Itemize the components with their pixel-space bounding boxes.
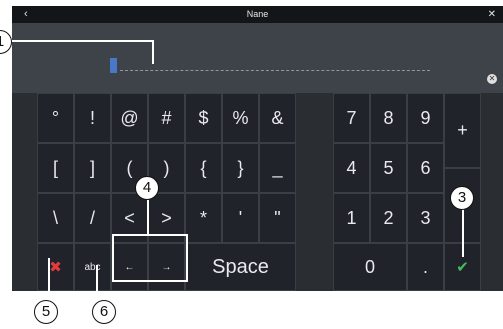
cancel-button[interactable]: ✖ (37, 243, 74, 291)
callout-3-line (462, 207, 464, 257)
back-icon[interactable]: ‹ (24, 6, 28, 23)
key-2[interactable]: 2 (370, 193, 407, 243)
key-percent[interactable]: % (222, 93, 259, 143)
callout-1-line (12, 40, 154, 42)
key-7[interactable]: 7 (333, 93, 370, 143)
key-hash[interactable]: # (148, 93, 185, 143)
key-left-bracket[interactable]: [ (37, 143, 74, 193)
keyboard: ° ! @ # $ % & [ ] ( ) { } _ \ / < > * ' … (12, 93, 503, 291)
callout-4: 4 (135, 176, 159, 200)
text-input-field[interactable]: ✕ (12, 23, 503, 93)
key-right-brace[interactable]: } (222, 143, 259, 193)
key-apostrophe[interactable]: ' (222, 193, 259, 243)
key-8[interactable]: 8 (370, 93, 407, 143)
callout-6-line (96, 265, 98, 300)
input-placeholder-dashes (120, 70, 430, 71)
key-slash[interactable]: / (74, 193, 111, 243)
title-bar: ‹ Nane ✕ (12, 6, 503, 23)
keyboard-screen: ‹ Nane ✕ ✕ ° ! @ # $ % & [ ] ( ) { } _ \… (12, 6, 503, 291)
key-dollar[interactable]: $ (185, 93, 222, 143)
window-title: Nane (246, 9, 269, 19)
key-at[interactable]: @ (111, 93, 148, 143)
key-dot[interactable]: . (407, 243, 444, 291)
key-3[interactable]: 3 (407, 193, 444, 243)
key-4[interactable]: 4 (333, 143, 370, 193)
callout-5: 5 (34, 300, 58, 324)
key-5[interactable]: 5 (370, 143, 407, 193)
close-icon[interactable]: ✕ (488, 6, 496, 23)
callout-6: 6 (92, 300, 116, 324)
callout-1-line (152, 40, 154, 64)
key-ampersand[interactable]: & (259, 93, 296, 143)
key-0[interactable]: 0 (333, 243, 407, 291)
callout-1: 1 (0, 30, 12, 54)
key-asterisk[interactable]: * (185, 193, 222, 243)
callout-4-line (147, 200, 149, 235)
key-1[interactable]: 1 (333, 193, 370, 243)
key-degree[interactable]: ° (37, 93, 74, 143)
key-backslash[interactable]: \ (37, 193, 74, 243)
key-quote[interactable]: " (259, 193, 296, 243)
key-right-bracket[interactable]: ] (74, 143, 111, 193)
callout-3: 3 (450, 186, 474, 210)
abc-button[interactable]: abc (74, 243, 111, 291)
space-key[interactable]: Space (185, 243, 296, 291)
key-left-brace[interactable]: { (185, 143, 222, 193)
clear-input-icon[interactable]: ✕ (487, 74, 497, 84)
callout-5-line (48, 258, 50, 298)
key-underscore[interactable]: _ (259, 143, 296, 193)
key-9[interactable]: 9 (407, 93, 444, 143)
key-exclamation[interactable]: ! (74, 93, 111, 143)
text-cursor (110, 58, 117, 73)
key-6[interactable]: 6 (407, 143, 444, 193)
callout-4-box (112, 234, 188, 282)
key-plus[interactable]: + (444, 93, 481, 168)
